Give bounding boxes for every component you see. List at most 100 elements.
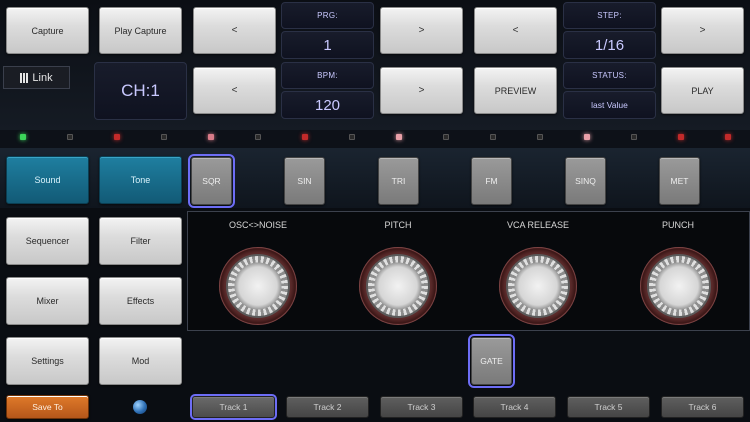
punch-knob-cap [647,254,711,318]
channel-display: CH:1 [94,62,187,120]
pitch-label: PITCH [384,220,412,230]
mod-button[interactable]: Mod [99,337,182,385]
prg-increment-button[interactable]: > [380,7,463,54]
step-led-15 [678,134,684,140]
bpm-increment-label: > [418,85,425,96]
prg-decrement-button[interactable]: < [193,7,276,54]
track-3-tab[interactable]: Track 3 [380,396,463,418]
osc-noise-label: OSC<>NOISE [228,220,288,230]
sequencer-button[interactable]: Sequencer [6,217,89,265]
track-4-label: Track 4 [500,402,529,412]
play-button[interactable]: PLAY [661,67,744,114]
bpm-increment-button[interactable]: > [380,67,463,114]
step-decrement-label: < [512,25,519,36]
status-value: last Value [591,100,628,110]
vca-release-knob[interactable] [499,247,577,325]
track-4-tab[interactable]: Track 4 [473,396,556,418]
step-label-text: STEP: [597,11,622,20]
bpm-label-text: BPM: [317,71,338,80]
play-button-label: PLAY [691,85,714,96]
sequencer-button-label: Sequencer [25,236,70,246]
capture-button[interactable]: Capture [6,7,89,54]
step-led-12 [537,134,543,140]
prg-increment-label: > [418,25,425,36]
bpm-decrement-label: < [231,85,238,96]
pitch-knob-cap [366,254,430,318]
waveform-fm-button[interactable]: FM [471,157,512,205]
step-led-5 [208,134,214,140]
filter-button-label: Filter [130,236,151,246]
step-led-9 [396,134,402,140]
preview-button-label: PREVIEW [494,85,537,96]
step-led-13 [584,134,590,140]
status-label-text: STATUS: [592,71,627,80]
globe-icon[interactable] [133,400,147,414]
tone-button[interactable]: Tone [99,156,182,204]
bpm-decrement-button[interactable]: < [193,67,276,114]
step-value-display: 1/16 [563,31,656,59]
step-increment-button[interactable]: > [661,7,744,54]
mixer-button-label: Mixer [36,296,59,306]
channel-value: CH:1 [121,81,160,100]
waveform-met-button[interactable]: MET [659,157,700,205]
bpm-value: 120 [314,96,341,114]
prg-label: PRG: [281,2,374,29]
step-decrement-button[interactable]: < [474,7,557,54]
settings-button-label: Settings [31,356,64,366]
waveform-sin-label: SIN [297,176,312,186]
track-6-label: Track 6 [688,402,717,412]
step-led-1 [20,134,26,140]
status-value-display: last Value [563,91,656,119]
waveform-met-label: MET [670,176,689,186]
preview-button[interactable]: PREVIEW [474,67,557,114]
track-2-label: Track 2 [313,402,342,412]
gate-button[interactable]: GATE [468,334,515,388]
waveform-sinq-button[interactable]: SINQ [565,157,606,205]
bpm-value-display: 120 [281,91,374,119]
bpm-label: BPM: [281,62,374,89]
track-6-tab[interactable]: Track 6 [661,396,744,418]
step-led-14 [631,134,637,140]
step-led-6 [255,134,261,140]
step-led-2 [67,134,73,140]
track-1-label: Track 1 [219,402,248,412]
step-led-7 [302,134,308,140]
vca-release-knob-cap [506,254,570,318]
save-to-button[interactable]: Save To [6,395,89,419]
play-capture-button-label: Play Capture [114,25,167,36]
waveform-sin-button[interactable]: SIN [284,157,325,205]
osc-noise-knob[interactable] [219,247,297,325]
prg-decrement-label: < [231,25,238,36]
status-label: STATUS: [563,62,656,89]
step-increment-label: > [699,25,706,36]
gate-button-label: GATE [480,356,503,366]
track-2-tab[interactable]: Track 2 [286,396,369,418]
track-5-tab[interactable]: Track 5 [567,396,650,418]
pitch-knob[interactable] [359,247,437,325]
link-label: Link [32,71,53,84]
save-to-label: Save To [32,402,63,412]
waveform-sqr-button[interactable]: SQR [188,154,235,208]
sound-button[interactable]: Sound [6,156,89,204]
prg-value: 1 [323,36,332,54]
effects-button[interactable]: Effects [99,277,182,325]
waveform-sinq-label: SINQ [575,176,596,186]
play-capture-button[interactable]: Play Capture [99,7,182,54]
step-led-4 [161,134,167,140]
mixer-button[interactable]: Mixer [6,277,89,325]
link-icon [20,72,29,83]
settings-button[interactable]: Settings [6,337,89,385]
track-3-label: Track 3 [407,402,436,412]
osc-noise-knob-cap [226,254,290,318]
filter-button[interactable]: Filter [99,217,182,265]
vca-release-label: VCA RELEASE [506,220,570,230]
punch-knob[interactable] [640,247,718,325]
waveform-sqr-label: SQR [202,176,221,186]
ableton-link-badge[interactable]: Link [3,66,70,89]
sound-button-label: Sound [34,175,61,185]
track-1-tab[interactable]: Track 1 [190,394,277,420]
waveform-tri-button[interactable]: TRI [378,157,419,205]
step-led-11 [490,134,496,140]
prg-value-display: 1 [281,31,374,59]
step-led-10 [443,134,449,140]
